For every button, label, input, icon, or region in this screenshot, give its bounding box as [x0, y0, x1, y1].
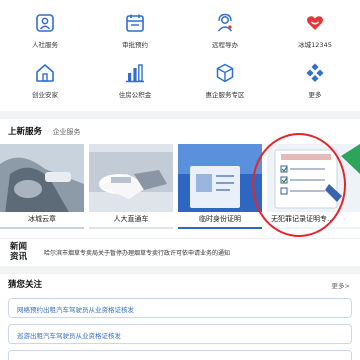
news-badge-line1: 新闻 — [10, 242, 28, 252]
service-housing-fund-label: 住房公积金 — [118, 91, 152, 99]
guess-item[interactable]: 网络预约出租汽车驾驶员从业资格证核发 — [8, 298, 352, 318]
service-hr[interactable]: 人社服务 — [0, 12, 90, 49]
guess-section: 猜您关注 更多> 网络预约出租汽车驾驶员从业资格证核发 巡游出租汽车驾驶员从业资… — [0, 274, 360, 360]
news-headline[interactable]: 哈尔滨市烟草专卖局关于暂停办理烟草专卖行政许可依申请业务的通知 — [44, 248, 356, 257]
service-enterprise-label: 惠企服务专区 — [205, 91, 245, 99]
service-hotline-label: 冰城12345 — [298, 41, 332, 49]
service-appointment-label: 审批预约 — [122, 41, 148, 49]
service-card-label: 临时身份证明 — [178, 212, 262, 227]
service-card-label: 冰城云章 — [0, 212, 84, 227]
service-card-label: 人大直通车 — [89, 212, 173, 227]
service-enterprise[interactable]: 惠企服务专区 — [180, 62, 270, 99]
person-id-icon — [36, 14, 54, 32]
service-card-npc[interactable]: 人大直通车 — [89, 144, 173, 229]
service-hr-label: 人社服务 — [32, 41, 58, 49]
news-bar[interactable]: 新闻 资讯 哈尔滨市烟草专卖局关于暂停办理烟草专卖行政许可依申请业务的通知 — [0, 239, 360, 266]
service-grid: 人社服务 审批预约 远程导办 冰城12345 创业安家 住房公积金 惠企服务专区… — [0, 0, 360, 111]
news-badge-line2: 资讯 — [10, 252, 28, 262]
section-gap — [0, 111, 360, 119]
more-grid-icon — [306, 63, 324, 83]
guess-item-label: 网络预约出租汽车驾驶员从业资格证核发 — [17, 306, 134, 314]
service-more-label: 更多 — [308, 91, 322, 99]
tab-enterprise-services[interactable]: 企业服务 — [53, 128, 81, 136]
guess-more-link[interactable]: 更多> — [332, 280, 350, 290]
service-remote-guide-label: 远程导办 — [212, 41, 238, 49]
guess-title: 猜您关注 — [8, 280, 43, 290]
service-startup[interactable]: 创业安家 — [0, 62, 90, 99]
tab-new-services[interactable]: 上新服务 — [8, 127, 42, 137]
service-housing-fund[interactable]: 住房公积金 — [90, 62, 180, 99]
highlight-circle — [252, 133, 346, 237]
guess-item-label: 巡游出租汽车驾驶员从业资格证核发 — [17, 332, 121, 340]
new-services-header: 上新服务 企业服务 — [8, 125, 81, 137]
news-badge: 新闻 资讯 — [10, 242, 34, 262]
service-card-temp-id[interactable]: 临时身份证明 — [178, 144, 262, 229]
section-gap — [0, 266, 360, 274]
service-hotline[interactable]: 冰城12345 — [270, 12, 360, 49]
service-startup-label: 创业安家 — [32, 91, 58, 99]
home-icon — [36, 64, 54, 82]
service-appointment[interactable]: 审批预约 — [90, 12, 180, 49]
service-remote-guide[interactable]: 远程导办 — [180, 12, 270, 49]
guess-item[interactable]: 巡游出租汽车驾驶员从业资格证核发 — [8, 324, 352, 344]
cube-icon — [216, 63, 234, 83]
building-chart-icon — [126, 64, 144, 83]
headset-person-icon — [217, 13, 233, 32]
service-card-cloud-seal[interactable]: 冰城云章 — [0, 144, 84, 229]
guess-item-partial[interactable] — [8, 350, 352, 360]
service-more[interactable]: 更多 — [270, 62, 360, 99]
calendar-icon — [126, 14, 144, 32]
hotline-heart-icon — [306, 16, 324, 30]
